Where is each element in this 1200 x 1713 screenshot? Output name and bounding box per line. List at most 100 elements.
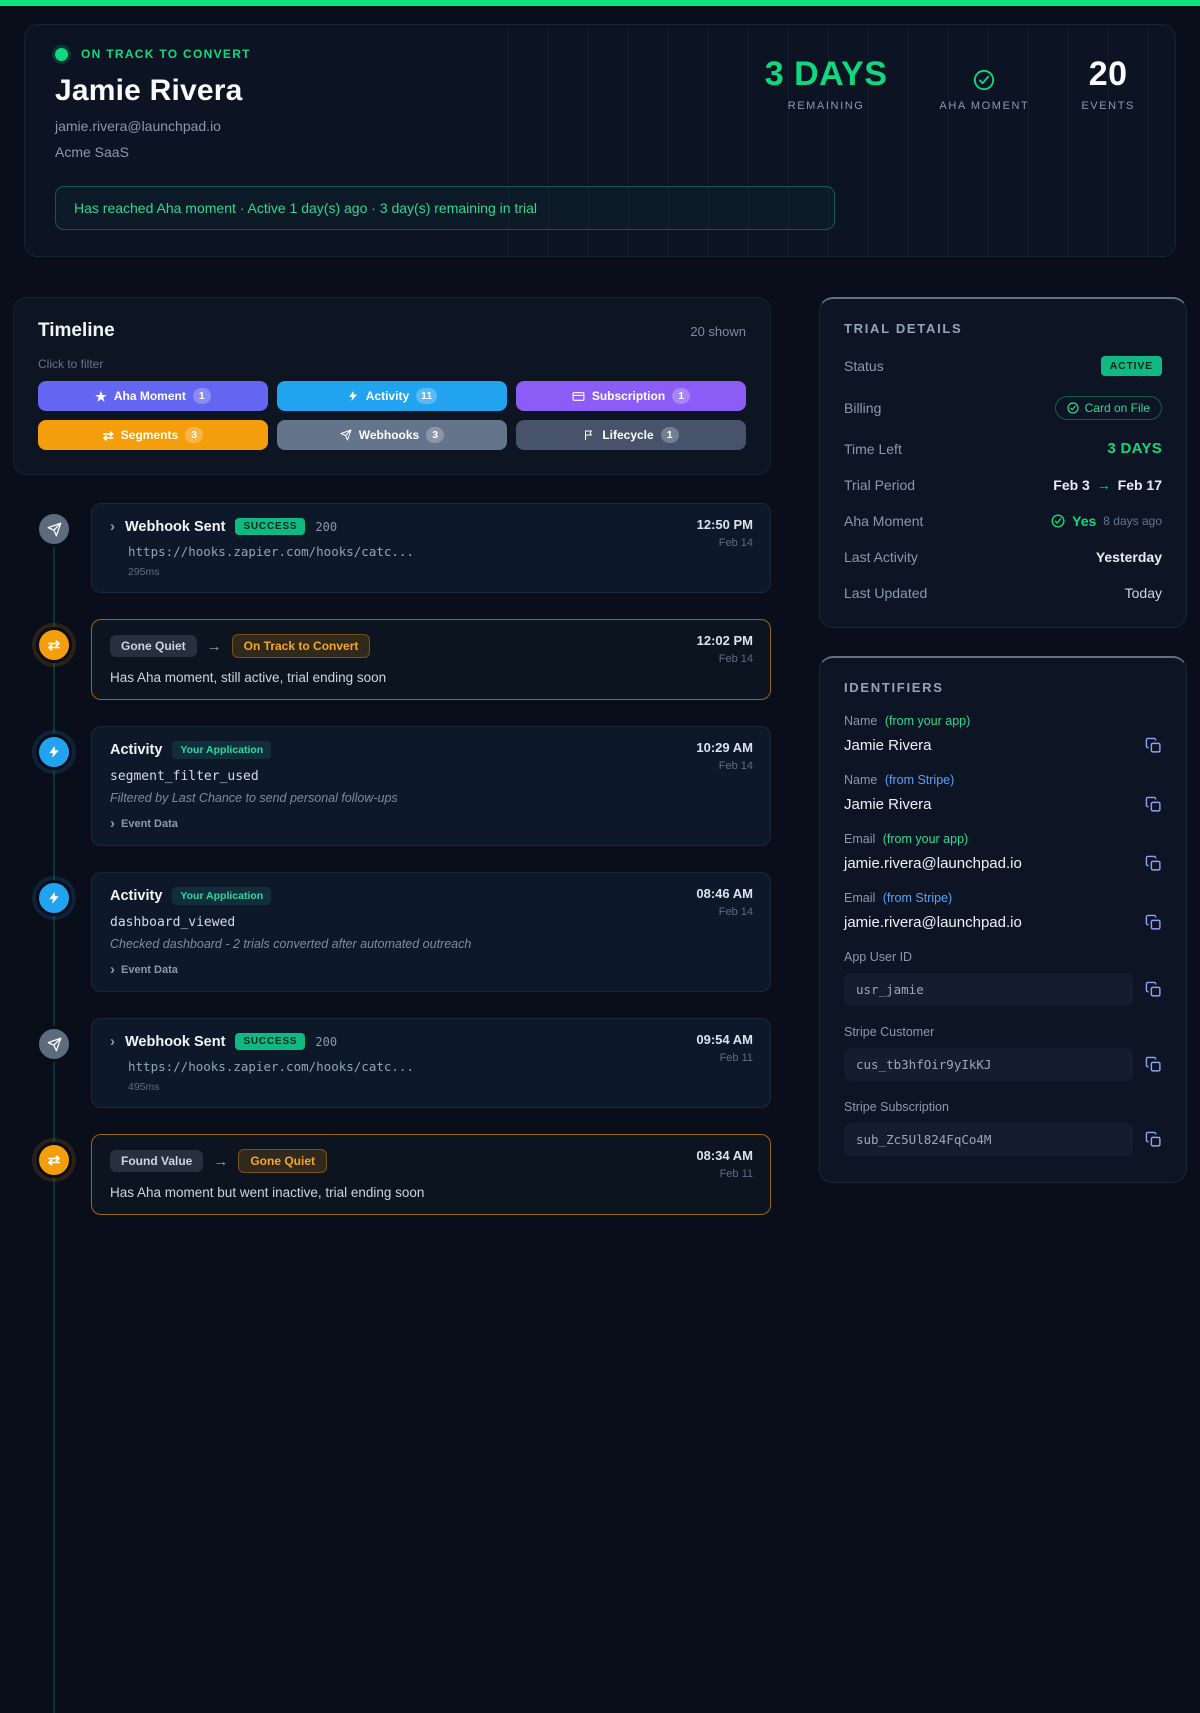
- time-left-row: Time Left 3 DAYS: [844, 440, 1162, 457]
- event-data-expander[interactable]: › Event Data: [110, 962, 752, 977]
- webhook-url: https://hooks.zapier.com/hooks/catc...: [128, 544, 752, 559]
- copy-icon[interactable]: [1145, 1131, 1162, 1148]
- timeline-section: Timeline 20 shown Click to filter ★ Aha …: [13, 297, 771, 1241]
- status-row: Status ACTIVE: [844, 356, 1162, 376]
- source-badge: Your Application: [172, 887, 271, 905]
- copy-icon[interactable]: [1145, 1056, 1162, 1073]
- identifier-field: Email (from your app) jamie.rivera@launc…: [844, 832, 1162, 872]
- segment-status-badge: ON TRACK TO CONVERT: [81, 47, 251, 61]
- event-name: dashboard_viewed: [110, 915, 752, 930]
- status-badge: SUCCESS: [235, 518, 305, 535]
- source-badge: Your Application: [172, 741, 271, 759]
- filter-lifecycle[interactable]: Lifecycle 1: [516, 420, 746, 450]
- http-status-code: 200: [315, 1035, 337, 1049]
- timestamp: 09:54 AM Feb 11: [696, 1032, 753, 1064]
- events-value: 20: [1089, 57, 1128, 91]
- filter-activity[interactable]: Activity 11: [277, 381, 507, 411]
- identifier-field: Email (from Stripe) jamie.rivera@launchp…: [844, 891, 1162, 931]
- segment-change-card: Found Value → Gone Quiet Has Aha moment …: [91, 1134, 771, 1215]
- filter-count-badge: 11: [416, 388, 437, 404]
- copy-icon[interactable]: [1145, 796, 1162, 813]
- last-updated-row: Last Updated Today: [844, 585, 1162, 601]
- swap-arrows-icon: ⇄: [36, 1142, 72, 1178]
- bolt-icon: [347, 390, 359, 402]
- filter-webhooks[interactable]: Webhooks 3: [277, 420, 507, 450]
- filter-segments[interactable]: ⇄ Segments 3: [38, 420, 268, 450]
- send-icon: [36, 1026, 72, 1062]
- identifier-value: sub_Zc5Ul824FqCo4M: [844, 1123, 1133, 1156]
- event-title: Activity: [110, 742, 162, 758]
- aha-moment-label: AHA MOMENT: [939, 100, 1029, 112]
- timeline-entry-webhook: › Webhook Sent SUCCESS 200 https://hooks…: [91, 1018, 771, 1108]
- segment-to-chip: On Track to Convert: [232, 634, 371, 658]
- arrow-right-icon: →: [207, 638, 222, 655]
- webhook-card[interactable]: › Webhook Sent SUCCESS 200 https://hooks…: [91, 1018, 771, 1108]
- copy-icon[interactable]: [1145, 914, 1162, 931]
- detail-sidebar: TRIAL DETAILS Status ACTIVE Billing Card…: [819, 297, 1187, 1183]
- events-stat: 20 EVENTS: [1081, 57, 1135, 112]
- activity-card: Activity Your Application segment_filter…: [91, 726, 771, 846]
- identifier-value: jamie.rivera@launchpad.io: [844, 855, 1022, 872]
- identifier-field: Stripe Customer cus_tb3hfOir9yIkKJ: [844, 1025, 1162, 1081]
- trial-status-notice: Has reached Aha moment · Active 1 day(s)…: [55, 186, 835, 230]
- identifier-field: Name (from Stripe) Jamie Rivera: [844, 773, 1162, 813]
- filter-chips: ★ Aha Moment 1 Activity 11 Subscription: [38, 381, 746, 450]
- timeline-entry-segment: ⇄ Found Value → Gone Quiet Has Aha momen…: [91, 1134, 771, 1215]
- check-circle-icon: [1067, 402, 1079, 414]
- http-status-code: 200: [315, 520, 337, 534]
- filter-count-badge: 3: [426, 427, 444, 443]
- trial-period-row: Trial Period Feb 3 → Feb 17: [844, 477, 1162, 493]
- segment-from-chip: Found Value: [110, 1150, 203, 1172]
- webhook-url: https://hooks.zapier.com/hooks/catc...: [128, 1059, 752, 1074]
- customer-header-card: ON TRACK TO CONVERT Jamie Rivera jamie.r…: [24, 24, 1176, 257]
- segment-description: Has Aha moment but went inactive, trial …: [110, 1185, 752, 1200]
- filter-aha-moment[interactable]: ★ Aha Moment 1: [38, 381, 268, 411]
- status-dot-icon: [55, 48, 68, 61]
- trial-details-card: TRIAL DETAILS Status ACTIVE Billing Card…: [819, 297, 1187, 628]
- last-updated-value: Today: [1125, 585, 1162, 601]
- segment-description: Has Aha moment, still active, trial endi…: [110, 670, 752, 685]
- event-description: Checked dashboard - 2 trials converted a…: [110, 937, 752, 951]
- timeline-entry-webhook: › Webhook Sent SUCCESS 200 https://hooks…: [91, 503, 771, 593]
- identifier-field: Stripe Subscription sub_Zc5Ul824FqCo4M: [844, 1100, 1162, 1156]
- activity-card: Activity Your Application dashboard_view…: [91, 872, 771, 992]
- last-activity-value: Yesterday: [1096, 549, 1162, 565]
- active-status-badge: ACTIVE: [1101, 356, 1162, 376]
- copy-icon[interactable]: [1145, 981, 1162, 998]
- chevron-right-icon: ›: [110, 962, 115, 977]
- check-circle-icon: [973, 69, 995, 91]
- top-accent-bar: [0, 0, 1200, 6]
- segment-from-chip: Gone Quiet: [110, 635, 197, 657]
- webhook-card[interactable]: › Webhook Sent SUCCESS 200 https://hooks…: [91, 503, 771, 593]
- arrow-right-icon: →: [1097, 477, 1111, 493]
- timestamp: 08:46 AM Feb 14: [696, 886, 753, 918]
- event-title: Webhook Sent: [125, 1034, 225, 1050]
- timeline-shown-count: 20 shown: [690, 324, 746, 339]
- identifier-value: jamie.rivera@launchpad.io: [844, 914, 1022, 931]
- identifier-value: usr_jamie: [844, 973, 1133, 1006]
- identifier-field: Name (from your app) Jamie Rivera: [844, 714, 1162, 754]
- copy-icon[interactable]: [1145, 855, 1162, 872]
- trial-period-value: Feb 3 → Feb 17: [1053, 477, 1162, 493]
- aha-moment-stat: AHA MOMENT: [939, 69, 1029, 112]
- filter-subscription[interactable]: Subscription 1: [516, 381, 746, 411]
- segment-change-card: Gone Quiet → On Track to Convert Has Aha…: [91, 619, 771, 700]
- segment-to-chip: Gone Quiet: [238, 1149, 327, 1173]
- time-left-value: 3 DAYS: [1107, 440, 1162, 457]
- filter-count-badge: 3: [185, 427, 203, 443]
- swap-arrows-icon: ⇄: [103, 429, 114, 442]
- timestamp: 08:34 AM Feb 11: [696, 1148, 753, 1180]
- arrow-right-icon: →: [213, 1153, 228, 1170]
- filter-count-badge: 1: [661, 427, 679, 443]
- copy-icon[interactable]: [1145, 737, 1162, 754]
- customer-company: Acme SaaS: [55, 144, 1145, 160]
- billing-badge: Card on File: [1055, 396, 1162, 420]
- webhook-latency: 495ms: [128, 1081, 752, 1093]
- send-icon: [340, 429, 352, 441]
- timeline-entries: › Webhook Sent SUCCESS 200 https://hooks…: [13, 503, 771, 1215]
- aha-moment-row: Aha Moment Yes 8 days ago: [844, 513, 1162, 529]
- days-remaining-stat: 3 DAYS REMAINING: [765, 57, 888, 112]
- billing-row: Billing Card on File: [844, 396, 1162, 420]
- event-data-expander[interactable]: › Event Data: [110, 816, 752, 831]
- timestamp: 10:29 AM Feb 14: [696, 740, 753, 772]
